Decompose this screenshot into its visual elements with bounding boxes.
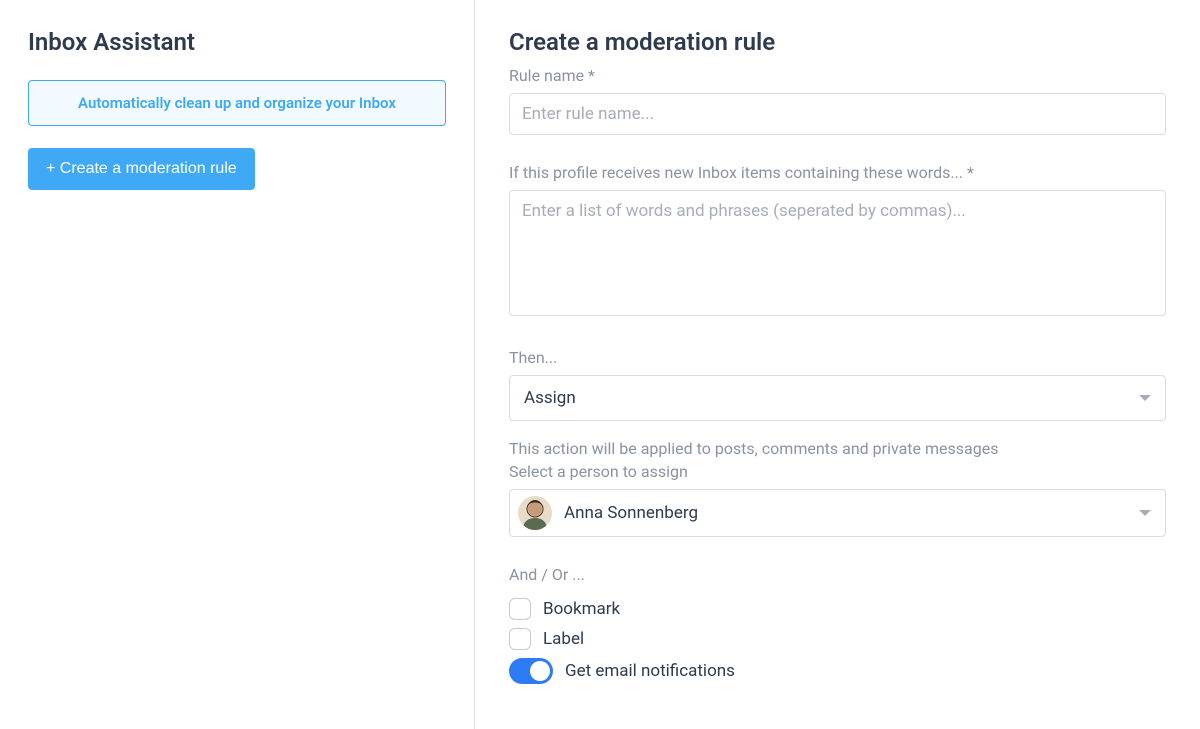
inbox-cleanup-banner[interactable]: Automatically clean up and organize your… bbox=[28, 80, 446, 126]
trigger-label: If this profile receives new Inbox items… bbox=[509, 163, 1166, 182]
assignee-select-value: Anna Sonnenberg bbox=[564, 503, 698, 523]
bookmark-option-label: Bookmark bbox=[543, 599, 620, 619]
create-moderation-rule-button[interactable]: + Create a moderation rule bbox=[28, 148, 255, 190]
label-option-label: Label bbox=[543, 629, 584, 649]
email-notifications-toggle[interactable] bbox=[509, 658, 553, 684]
action-select[interactable]: Assign bbox=[509, 375, 1166, 421]
trigger-words-textarea[interactable] bbox=[509, 190, 1166, 316]
bookmark-checkbox[interactable] bbox=[509, 598, 531, 620]
action-helper-text: This action will be applied to posts, co… bbox=[509, 439, 1166, 458]
assign-label: Select a person to assign bbox=[509, 462, 1166, 481]
page-title: Create a moderation rule bbox=[509, 28, 1166, 56]
avatar bbox=[518, 496, 552, 530]
label-checkbox[interactable] bbox=[509, 628, 531, 650]
then-label: Then... bbox=[509, 348, 1166, 367]
action-select-value: Assign bbox=[524, 388, 576, 408]
rule-name-label: Rule name * bbox=[509, 66, 1166, 85]
assignee-select[interactable]: Anna Sonnenberg bbox=[509, 489, 1166, 537]
and-or-label: And / Or ... bbox=[509, 565, 1166, 584]
email-notifications-label: Get email notifications bbox=[565, 661, 735, 681]
chevron-down-icon bbox=[1139, 510, 1151, 516]
rule-name-input[interactable] bbox=[509, 93, 1166, 135]
chevron-down-icon bbox=[1139, 395, 1151, 401]
sidebar-title: Inbox Assistant bbox=[28, 28, 446, 56]
